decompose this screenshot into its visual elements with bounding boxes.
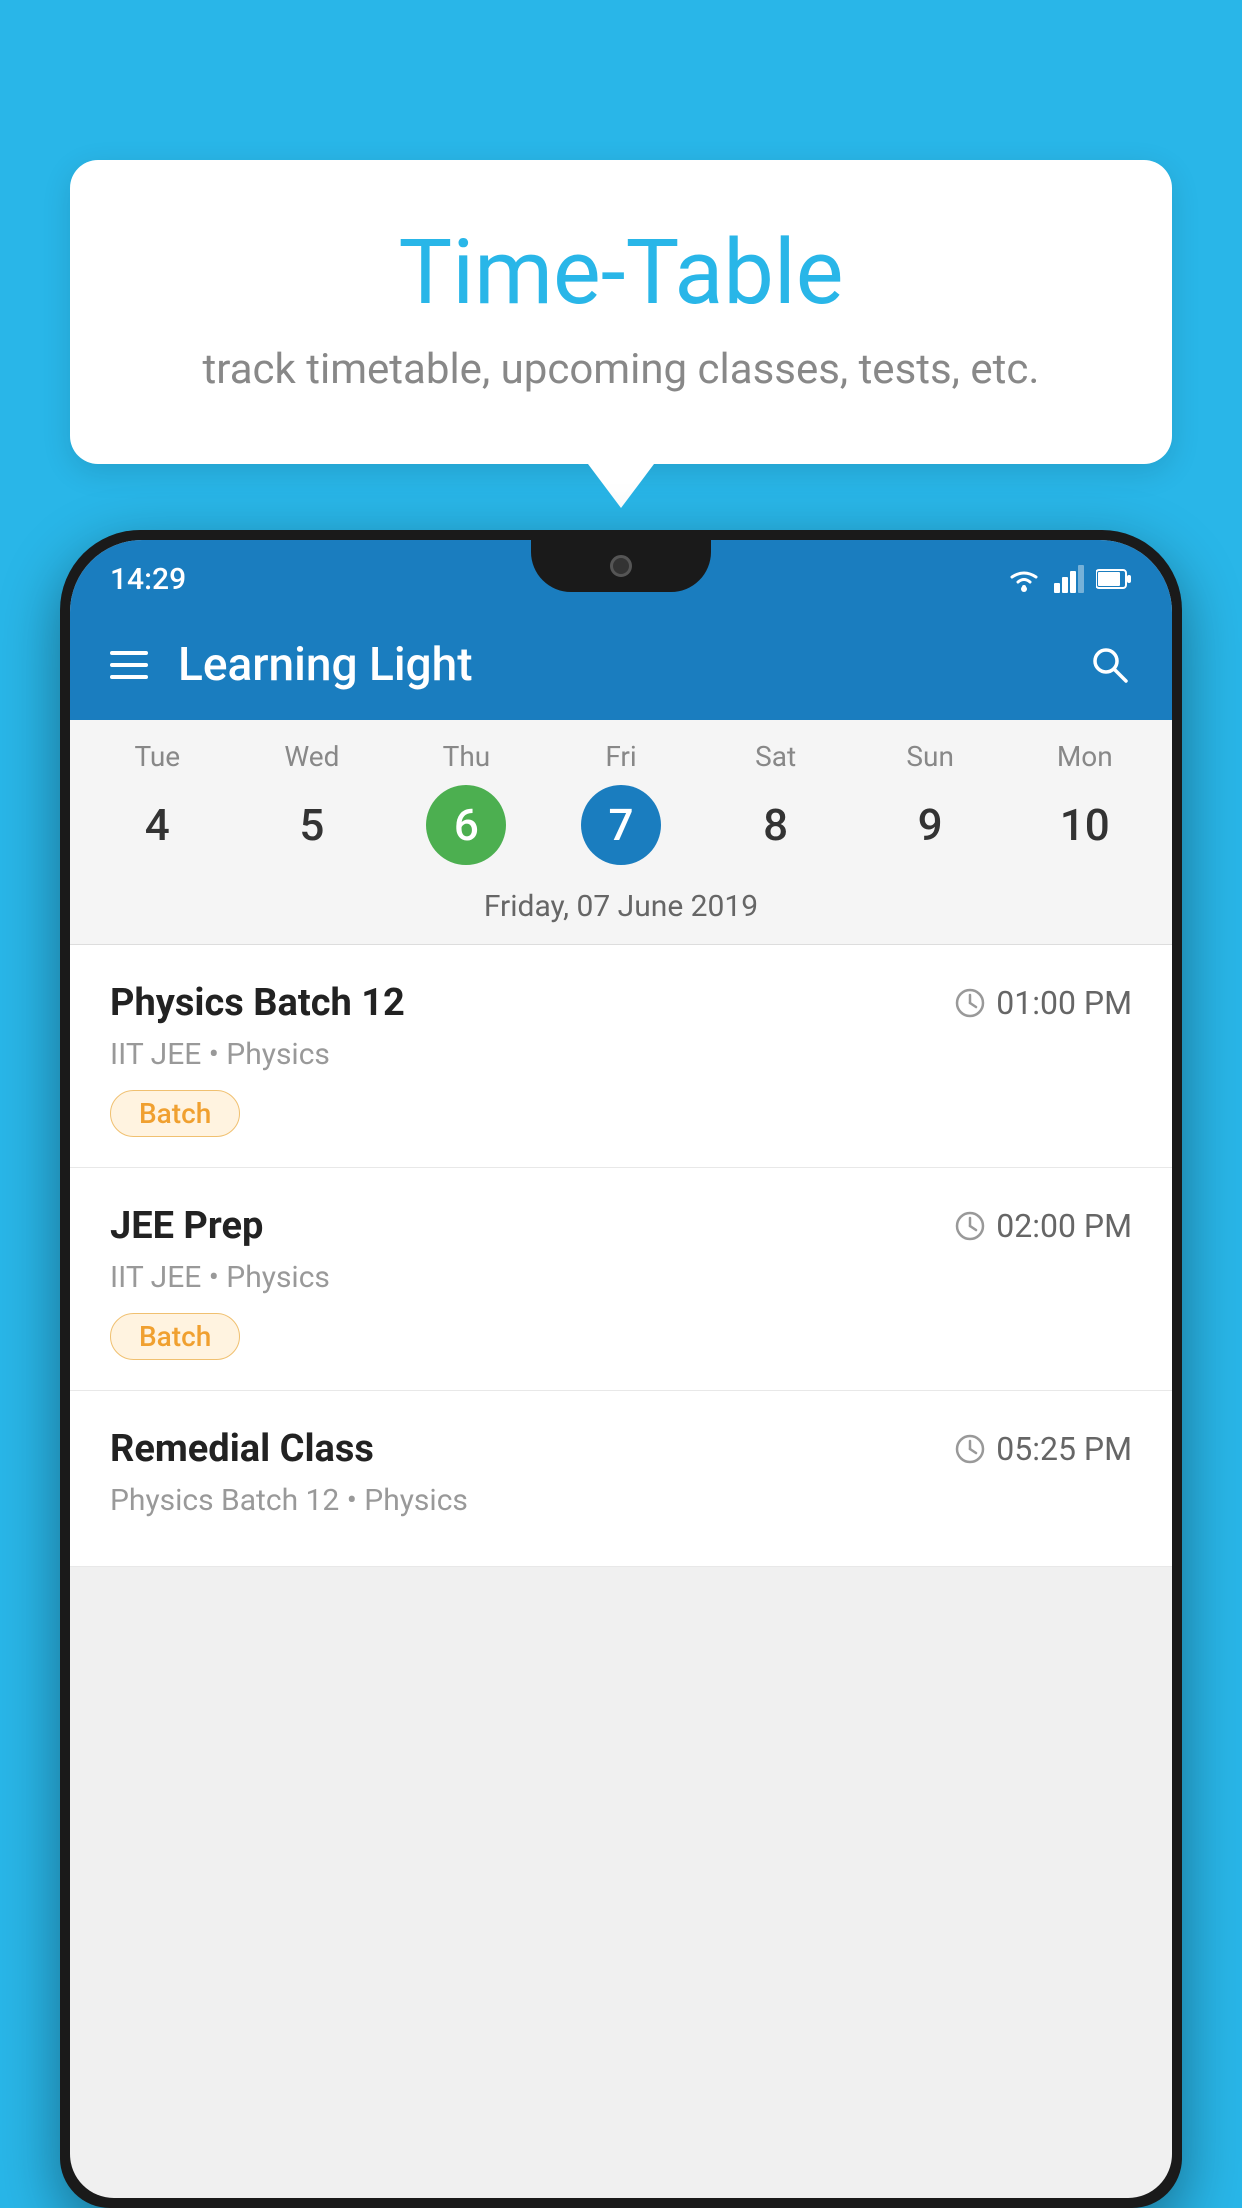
day-name: Sun	[906, 740, 954, 773]
schedule-time: 05:25 PM	[954, 1430, 1132, 1468]
day-number[interactable]: 4	[117, 785, 197, 865]
hamburger-menu-button[interactable]	[110, 651, 148, 679]
day-number[interactable]: 6	[426, 785, 506, 865]
schedule-item-header: Physics Batch 12 01:00 PM	[110, 981, 1132, 1025]
schedule-subtitle: IIT JEE • Physics	[110, 1260, 1132, 1295]
schedule-item[interactable]: Physics Batch 12 01:00 PM IIT JEE • Physic…	[70, 945, 1172, 1168]
camera-dot	[610, 555, 632, 577]
day-name: Mon	[1057, 740, 1113, 773]
day-name: Sat	[755, 740, 796, 773]
schedule-time-text: 05:25 PM	[996, 1430, 1132, 1468]
calendar-strip: Tue 4 Wed 5 Thu 6 Fri 7 Sat 8 Sun 9 Mon 10 Friday, 07…	[70, 720, 1172, 945]
schedule-time: 01:00 PM	[954, 984, 1132, 1022]
clock-icon	[954, 1433, 986, 1465]
day-name: Wed	[284, 740, 339, 773]
schedule-item-header: Remedial Class 05:25 PM	[110, 1427, 1132, 1471]
schedule-item[interactable]: JEE Prep 02:00 PM IIT JEE • Physics Batch	[70, 1168, 1172, 1391]
day-col-7[interactable]: Fri 7	[544, 740, 699, 865]
day-col-5[interactable]: Wed 5	[235, 740, 390, 865]
phone-notch	[531, 540, 711, 592]
days-header: Tue 4 Wed 5 Thu 6 Fri 7 Sat 8 Sun 9 Mon 10	[70, 740, 1172, 875]
schedule-item-header: JEE Prep 02:00 PM	[110, 1204, 1132, 1248]
clock-icon	[954, 987, 986, 1019]
day-number[interactable]: 5	[272, 785, 352, 865]
day-col-4[interactable]: Tue 4	[80, 740, 235, 865]
schedule-item[interactable]: Remedial Class 05:25 PM Physics Batch 12 •…	[70, 1391, 1172, 1567]
day-number[interactable]: 9	[890, 785, 970, 865]
status-icons	[1006, 565, 1132, 593]
day-name: Fri	[605, 740, 636, 773]
schedule-time-text: 02:00 PM	[996, 1207, 1132, 1245]
schedule-title: Remedial Class	[110, 1427, 374, 1471]
app-bar-title: Learning Light	[178, 638, 1058, 692]
wifi-icon	[1006, 565, 1042, 593]
schedule-title: Physics Batch 12	[110, 981, 405, 1025]
day-name: Tue	[134, 740, 180, 773]
day-col-8[interactable]: Sat 8	[698, 740, 853, 865]
signal-icon	[1054, 565, 1084, 593]
day-col-10[interactable]: Mon 10	[1007, 740, 1162, 865]
schedule-subtitle: Physics Batch 12 • Physics	[110, 1483, 1132, 1518]
schedule-time-text: 01:00 PM	[996, 984, 1132, 1022]
day-number[interactable]: 8	[736, 785, 816, 865]
day-number[interactable]: 7	[581, 785, 661, 865]
day-col-9[interactable]: Sun 9	[853, 740, 1008, 865]
schedule-time: 02:00 PM	[954, 1207, 1132, 1245]
schedule-list: Physics Batch 12 01:00 PM IIT JEE • Physic…	[70, 945, 1172, 1567]
batch-badge: Batch	[110, 1313, 240, 1360]
tooltip-subtitle: track timetable, upcoming classes, tests…	[130, 345, 1112, 394]
status-time: 14:29	[110, 562, 186, 597]
phone-inner: 14:29	[70, 540, 1172, 2198]
clock-icon	[954, 1210, 986, 1242]
day-number[interactable]: 10	[1045, 785, 1125, 865]
phone-frame: 14:29	[60, 530, 1182, 2208]
batch-badge: Batch	[110, 1090, 240, 1137]
battery-icon	[1096, 568, 1132, 590]
app-bar: Learning Light	[70, 610, 1172, 720]
schedule-title: JEE Prep	[110, 1204, 263, 1248]
tooltip-card: Time-Table track timetable, upcoming cla…	[70, 160, 1172, 464]
schedule-subtitle: IIT JEE • Physics	[110, 1037, 1132, 1072]
selected-date-label: Friday, 07 June 2019	[70, 875, 1172, 945]
tooltip-title: Time-Table	[130, 220, 1112, 325]
search-button[interactable]	[1088, 643, 1132, 687]
day-name: Thu	[443, 740, 491, 773]
day-col-6[interactable]: Thu 6	[389, 740, 544, 865]
